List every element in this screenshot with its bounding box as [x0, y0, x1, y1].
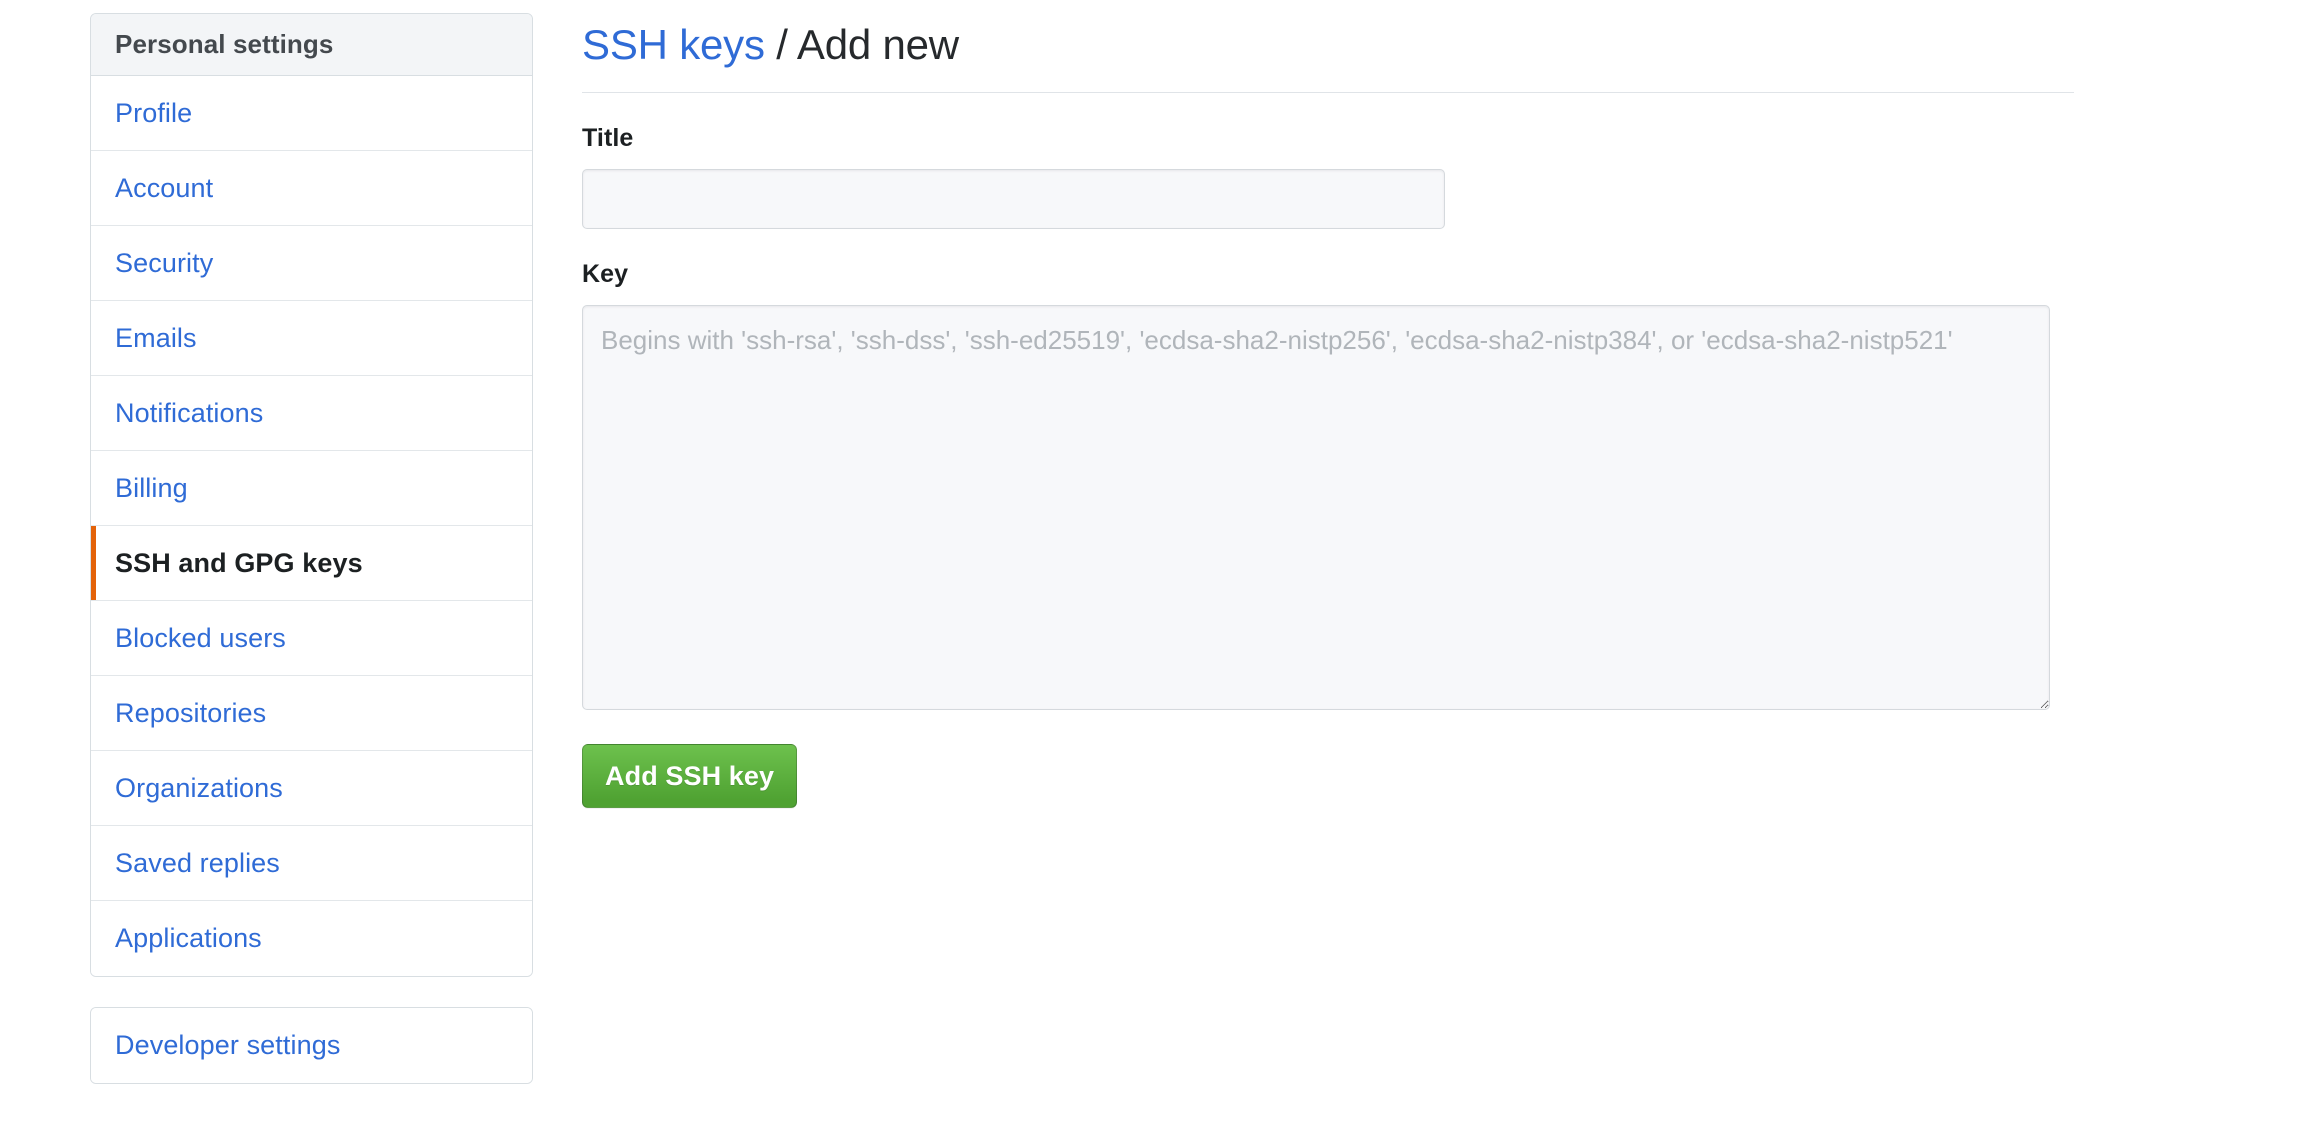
sidebar-item-label: Developer settings	[115, 1030, 341, 1060]
key-textarea[interactable]	[582, 304, 2050, 710]
sidebar-item-label: SSH and GPG keys	[115, 547, 363, 578]
key-label: Key	[582, 259, 629, 288]
sidebar-item-repositories[interactable]: Repositories	[91, 676, 532, 751]
sidebar-item-profile[interactable]: Profile	[91, 76, 532, 151]
settings-page: Personal settings Profile Account Securi…	[0, 0, 2322, 1124]
sidebar-header: Personal settings	[91, 14, 532, 76]
sidebar-item-blocked-users[interactable]: Blocked users	[91, 601, 532, 676]
sidebar-item-label: Blocked users	[115, 622, 286, 653]
settings-sidebar: Personal settings Profile Account Securi…	[90, 13, 533, 1084]
sidebar-item-account[interactable]: Account	[91, 151, 532, 226]
key-field-group: Key	[582, 260, 2082, 710]
submit-row: Add SSH key	[582, 743, 2082, 808]
breadcrumb-separator: /	[764, 21, 797, 68]
sidebar-item-label: Emails	[115, 322, 197, 353]
sidebar-item-label: Billing	[115, 472, 188, 503]
sidebar-item-label: Organizations	[115, 772, 283, 803]
sidebar-item-developer-settings[interactable]: Developer settings	[91, 1008, 532, 1083]
sidebar-item-label: Repositories	[115, 697, 267, 728]
sidebar-item-emails[interactable]: Emails	[91, 301, 532, 376]
title-input[interactable]	[582, 168, 1445, 229]
sidebar-item-ssh-and-gpg-keys[interactable]: SSH and GPG keys	[91, 526, 532, 601]
sidebar-item-organizations[interactable]: Organizations	[91, 751, 532, 826]
developer-settings-nav: Developer settings	[90, 1007, 533, 1084]
sidebar-item-label: Profile	[115, 97, 193, 128]
sidebar-item-billing[interactable]: Billing	[91, 451, 532, 526]
sidebar-item-label: Saved replies	[115, 847, 280, 878]
sidebar-item-label: Security	[115, 247, 214, 278]
sidebar-item-security[interactable]: Security	[91, 226, 532, 301]
title-label: Title	[582, 123, 634, 152]
sidebar-item-notifications[interactable]: Notifications	[91, 376, 532, 451]
main-content: SSH keys / Add new Title Key Add SSH key	[582, 0, 2082, 808]
sidebar-item-label: Notifications	[115, 397, 264, 428]
sidebar-item-label: Account	[115, 172, 214, 203]
sidebar-item-applications[interactable]: Applications	[91, 901, 532, 976]
add-ssh-key-button[interactable]: Add SSH key	[582, 743, 798, 808]
breadcrumb-ssh-keys-link[interactable]: SSH keys	[582, 21, 765, 68]
breadcrumb-current: Add new	[796, 21, 959, 68]
page-title: SSH keys / Add new	[582, 0, 2074, 93]
title-field-group: Title	[582, 124, 2082, 229]
sidebar-item-label: Applications	[115, 923, 262, 953]
personal-settings-nav: Personal settings Profile Account Securi…	[90, 13, 533, 977]
sidebar-item-saved-replies[interactable]: Saved replies	[91, 826, 532, 901]
